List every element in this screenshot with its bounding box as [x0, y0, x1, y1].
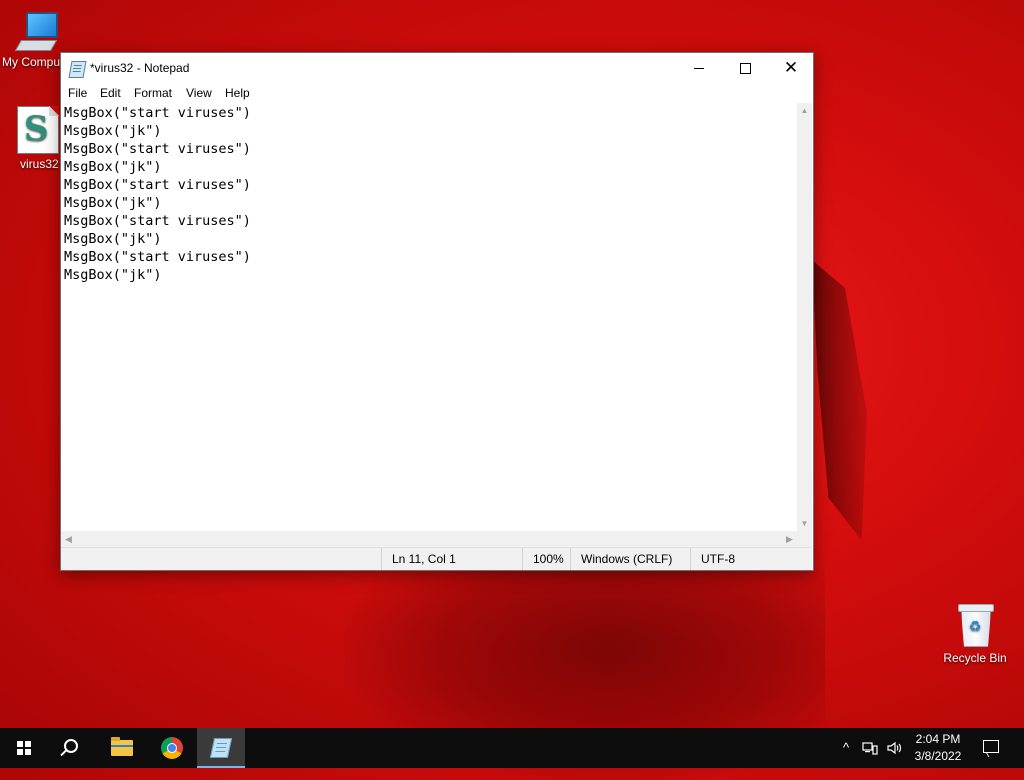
tray-chevron-up-icon[interactable]: ^ — [838, 740, 854, 756]
clock-time: 2:04 PM — [915, 732, 961, 746]
scroll-up-icon[interactable]: ▲ — [797, 103, 812, 118]
menu-view[interactable]: View — [186, 86, 212, 100]
vertical-scrollbar[interactable]: ▲ ▼ — [797, 103, 812, 531]
maximize-icon — [739, 63, 751, 75]
taskbar-chrome[interactable] — [148, 728, 196, 768]
status-encoding: UTF-8 — [690, 548, 801, 570]
text-editor[interactable]: MsgBox("start viruses") MsgBox("jk") Msg… — [61, 103, 797, 581]
taskbar-file-explorer[interactable] — [98, 728, 146, 768]
title-bar[interactable]: *virus32 - Notepad ✕ — [61, 53, 813, 83]
volume-icon[interactable] — [886, 740, 902, 756]
taskbar: ^ 2:04 PM 3/8/2022 — [0, 728, 1024, 768]
editor-content[interactable]: MsgBox("start viruses") MsgBox("jk") Msg… — [61, 103, 797, 284]
status-bar: Ln 11, Col 1 100% Windows (CRLF) UTF-8 — [61, 547, 812, 570]
close-icon: ✕ — [783, 58, 799, 78]
start-button[interactable] — [0, 728, 48, 768]
status-zoom: 100% — [522, 548, 573, 570]
windows-start-icon — [17, 741, 31, 755]
maximize-button[interactable] — [722, 53, 768, 83]
scroll-left-icon[interactable]: ◀ — [61, 531, 76, 547]
menu-edit[interactable]: Edit — [100, 86, 121, 100]
network-icon[interactable] — [862, 740, 878, 756]
notepad-window: *virus32 - Notepad ✕ File Edit Format Vi… — [60, 52, 814, 571]
desktop-icon-label: Recycle Bin — [943, 651, 1007, 665]
menu-file[interactable]: File — [68, 86, 87, 100]
vbs-script-icon: S — [17, 106, 59, 154]
desktop-icon-recycle-bin[interactable]: ♻ Recycle Bin — [937, 602, 1013, 665]
notepad-icon — [209, 738, 233, 758]
menu-format[interactable]: Format — [134, 86, 172, 100]
close-button[interactable]: ✕ — [768, 53, 814, 83]
clock-date: 3/8/2022 — [914, 749, 962, 763]
chrome-icon — [161, 737, 183, 759]
window-title: *virus32 - Notepad — [90, 61, 190, 75]
horizontal-scrollbar[interactable]: ◀ ▶ — [61, 531, 797, 547]
status-cursor-position: Ln 11, Col 1 — [381, 548, 523, 570]
search-icon — [64, 739, 78, 753]
menu-help[interactable]: Help — [225, 86, 250, 100]
status-line-ending: Windows (CRLF) — [570, 548, 693, 570]
search-button[interactable] — [48, 728, 96, 768]
file-explorer-icon — [111, 737, 133, 756]
scrollbar-corner — [797, 531, 812, 547]
menu-bar: File Edit Format View Help — [61, 83, 813, 103]
minimize-icon — [694, 68, 704, 70]
scroll-down-icon[interactable]: ▼ — [797, 516, 812, 531]
computer-icon — [14, 10, 60, 52]
wallpaper-figure — [812, 260, 867, 540]
notification-icon[interactable] — [983, 740, 999, 753]
recycle-bin-icon: ♻ — [955, 602, 995, 648]
notepad-icon — [68, 61, 87, 78]
taskbar-notepad[interactable] — [197, 728, 245, 768]
minimize-button[interactable] — [676, 53, 722, 83]
taskbar-clock[interactable]: 2:04 PM 3/8/2022 — [904, 731, 972, 765]
scroll-right-icon[interactable]: ▶ — [782, 531, 797, 547]
